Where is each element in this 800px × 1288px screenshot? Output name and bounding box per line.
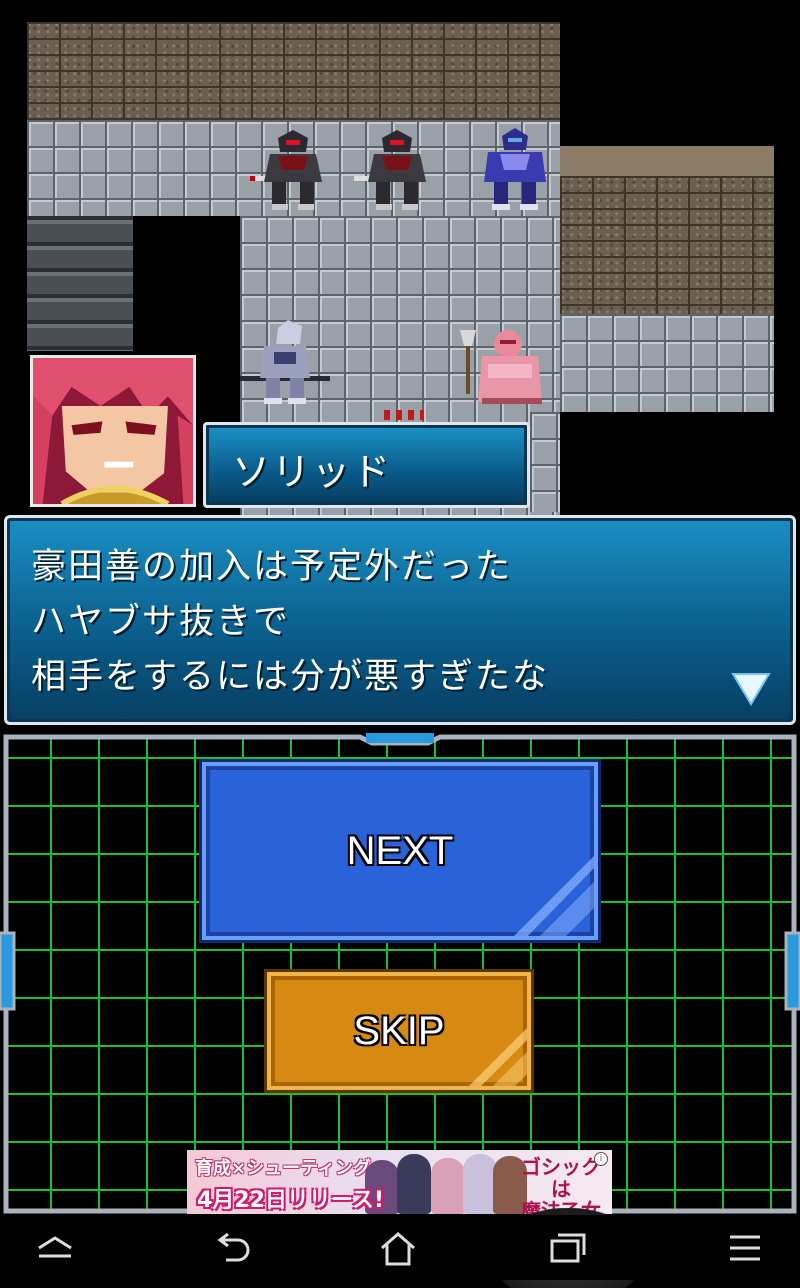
enemy-mech-unit[interactable]	[248, 124, 338, 214]
wall-ledge-right	[560, 146, 774, 179]
dialogue-box[interactable]: 豪田善の加入は予定外だった ハヤブサ抜きで 相手をするには分が悪すぎたな	[4, 515, 796, 725]
floor-right	[560, 314, 774, 412]
dialogue-line: 相手をするには分が悪すぎたな	[31, 657, 550, 697]
ally-knight-unit[interactable]	[458, 320, 548, 410]
overflow-menu-button[interactable]	[695, 1215, 795, 1280]
ally-mech-unit[interactable]	[240, 318, 330, 408]
ad-headline: 育成×シューティング	[195, 1158, 372, 1179]
system-nav-bar	[0, 1215, 800, 1280]
ad-character	[397, 1154, 431, 1214]
dialogue-line: ハヤブサ抜きで	[31, 602, 291, 642]
ad-logo-line: ゴシックは	[521, 1155, 601, 1201]
back-icon	[217, 1232, 250, 1261]
speaker-nameplate: ソリッド	[203, 422, 530, 508]
floor-strip	[530, 412, 560, 512]
brick-wall-top	[27, 22, 560, 122]
enemy-mech-unit[interactable]	[352, 124, 442, 214]
triangle-down-icon	[731, 673, 771, 706]
back-button[interactable]	[180, 1215, 280, 1280]
overflow-menu-icon	[730, 1235, 760, 1260]
dialogue-line: 豪田善の加入は予定外だった	[31, 547, 513, 587]
stairs-left	[27, 216, 133, 351]
enemy-mech-unit[interactable]	[470, 124, 560, 214]
ad-banner[interactable]: 育成×シューティング 4月22日リリース! ゴシックは 魔法乙女 i	[187, 1150, 612, 1214]
recents-icon	[550, 1233, 586, 1262]
map-marker	[384, 410, 424, 420]
home-button[interactable]	[348, 1215, 448, 1280]
menu-up-button[interactable]	[5, 1215, 105, 1280]
skip-button-label: SKIP	[353, 1008, 445, 1053]
next-button[interactable]: NEXT	[202, 762, 598, 940]
ad-character	[463, 1154, 497, 1214]
speaker-name: ソリッド	[232, 450, 393, 494]
home-icon	[381, 1231, 415, 1265]
ad-release-date: 4月22日リリース!	[197, 1188, 384, 1213]
next-button-label: NEXT	[346, 828, 454, 873]
info-icon[interactable]: i	[594, 1152, 608, 1166]
ad-character	[431, 1158, 465, 1214]
speaker-portrait	[30, 355, 196, 507]
ad-logo: ゴシックは 魔法乙女	[516, 1156, 606, 1214]
menu-up-icon	[38, 1235, 72, 1257]
skip-button[interactable]: SKIP	[267, 972, 531, 1090]
brick-wall-right	[560, 176, 774, 314]
recents-button[interactable]	[518, 1215, 618, 1280]
